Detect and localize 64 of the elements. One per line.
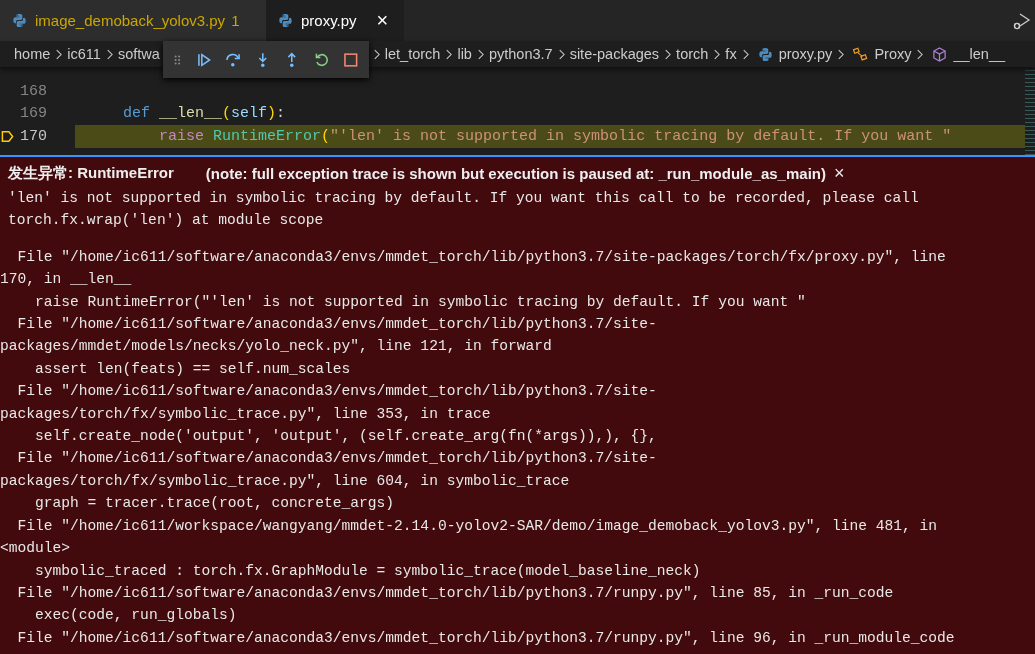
stack-trace-line: packages/torch/fx/symbolic_trace.py", line 353, in trace <box>0 404 492 424</box>
problem-count: 1 <box>231 12 240 29</box>
stack-trace-line: graph = tracer.trace(root, concrete_args) <box>34 494 396 514</box>
continue-icon[interactable] <box>195 51 212 68</box>
stack-trace-line: self.create_node('output', 'output', (self.create_arg(fn(*args)),), {}, <box>34 427 658 447</box>
breadcrumb-item[interactable]: site-packages <box>569 46 660 62</box>
close-button[interactable]: × <box>834 163 845 184</box>
chevron-icon <box>55 48 63 60</box>
code-line: def __len__(self): <box>122 105 287 123</box>
stack-trace-line: raise RuntimeError("'len' is not supported in symbolic tracing by default. If you want " <box>34 292 807 312</box>
breadcrumb-item[interactable]: python3.7 <box>488 46 553 62</box>
stack-trace-line: File "/home/ic611/software/anaconda3/envs/mmdet_torch/lib/python3.7/site-packages/torch/fx/proxy.py", line <box>16 247 947 267</box>
python-file-icon <box>757 46 773 62</box>
chevron-icon <box>916 48 924 60</box>
stack-trace-line: packages/torch/fx/symbolic_trace.py", line 604, in symbolic_trace <box>0 471 571 491</box>
stack-trace-line: symbolic_traced : torch.fx.GraphModule = symbolic_trace(model_baseline_neck) <box>34 561 702 581</box>
python-file-icon <box>278 13 293 28</box>
breadcrumb-item[interactable]: let_torch <box>384 46 441 62</box>
current-line-icon <box>1 129 14 143</box>
chevron-icon <box>664 48 672 60</box>
exception-title: 发生异常: RuntimeError <box>8 164 174 183</box>
chevron-icon <box>557 48 565 60</box>
breadcrumb-item[interactable]: lib <box>457 46 472 62</box>
class-icon <box>853 46 869 62</box>
line-number: 170 <box>20 127 47 145</box>
editor-tab[interactable]: proxy.py × <box>266 0 405 41</box>
breadcrumb-item[interactable]: ic611 <box>67 46 101 62</box>
stack-trace-line: File "/home/ic611/software/anaconda3/envs/mmdet_torch/lib/python3.7/site- <box>16 449 658 469</box>
chevron-icon <box>105 48 113 60</box>
chevron-icon <box>445 48 453 60</box>
line-number: 168 <box>20 82 47 100</box>
line-number: 169 <box>20 105 47 123</box>
stack-trace-line: File "/home/ic611/software/anaconda3/envs/mmdet_torch/lib/python3.7/site- <box>16 382 658 402</box>
breadcrumb-item[interactable]: Proxy <box>874 46 912 62</box>
breadcrumb-item[interactable]: torch <box>676 46 709 62</box>
stack-trace-line: exec(code, run_globals) <box>34 606 238 626</box>
chevron-icon <box>476 48 484 60</box>
stack-trace-line: assert len(feats) == self.num_scales <box>34 359 352 379</box>
cube-icon <box>932 46 948 62</box>
breadcrumb-item[interactable]: __len__ <box>953 46 1006 62</box>
chevron-icon <box>713 48 721 60</box>
editor-tab[interactable]: image_demoback_yolov3.py 1 <box>0 0 266 41</box>
python-file-icon <box>12 13 27 28</box>
exception-message: torch.fx.wrap('len') at module scope <box>8 211 325 231</box>
close-tab-button[interactable]: × <box>376 9 389 32</box>
chevron-icon <box>837 48 845 60</box>
stack-trace-line: packages/mmdet/models/necks/yolo_neck.py", line 121, in forward <box>0 337 553 357</box>
restart-icon[interactable] <box>313 51 330 68</box>
chevron-icon <box>372 48 380 60</box>
chevron-icon <box>741 48 749 60</box>
exception-note: (note: full exception trace is shown but execution is paused at: _run_module_as_main) <box>205 165 826 182</box>
stop-icon[interactable] <box>343 51 359 68</box>
breadcrumb-item[interactable]: home <box>14 46 51 62</box>
breadcrumb-item[interactable]: softwa <box>117 46 160 62</box>
stack-trace-line: File "/home/ic611/software/anaconda3/envs/mmdet_torch/lib/python3.7/runpy.py", line 96, in _run_module_code <box>16 628 956 648</box>
step-over-icon[interactable] <box>225 51 241 68</box>
stack-trace-line: File "/home/ic611/workspace/wangyang/mmdet-2.14.0-yolov2-SAR/demo/image_demoback_yolov3.py", line 481, in <box>16 516 939 536</box>
stack-trace-line: <module> <box>0 539 72 559</box>
stack-trace-line: File "/home/ic611/software/anaconda3/envs/mmdet_torch/lib/python3.7/site- <box>16 315 658 335</box>
breadcrumb-item[interactable]: proxy.py <box>778 46 833 62</box>
breadcrumb-item[interactable]: fx <box>725 46 737 62</box>
exception-message: 'len' is not supported in symbolic tracing by default. If you want this call to be recorded, please call <box>8 189 920 208</box>
stack-trace-line: 170, in __len__ <box>0 270 133 290</box>
stack-trace-line: File "/home/ic611/software/anaconda3/envs/mmdet_torch/lib/python3.7/runpy.py", line 85, in _run_code <box>16 583 895 603</box>
